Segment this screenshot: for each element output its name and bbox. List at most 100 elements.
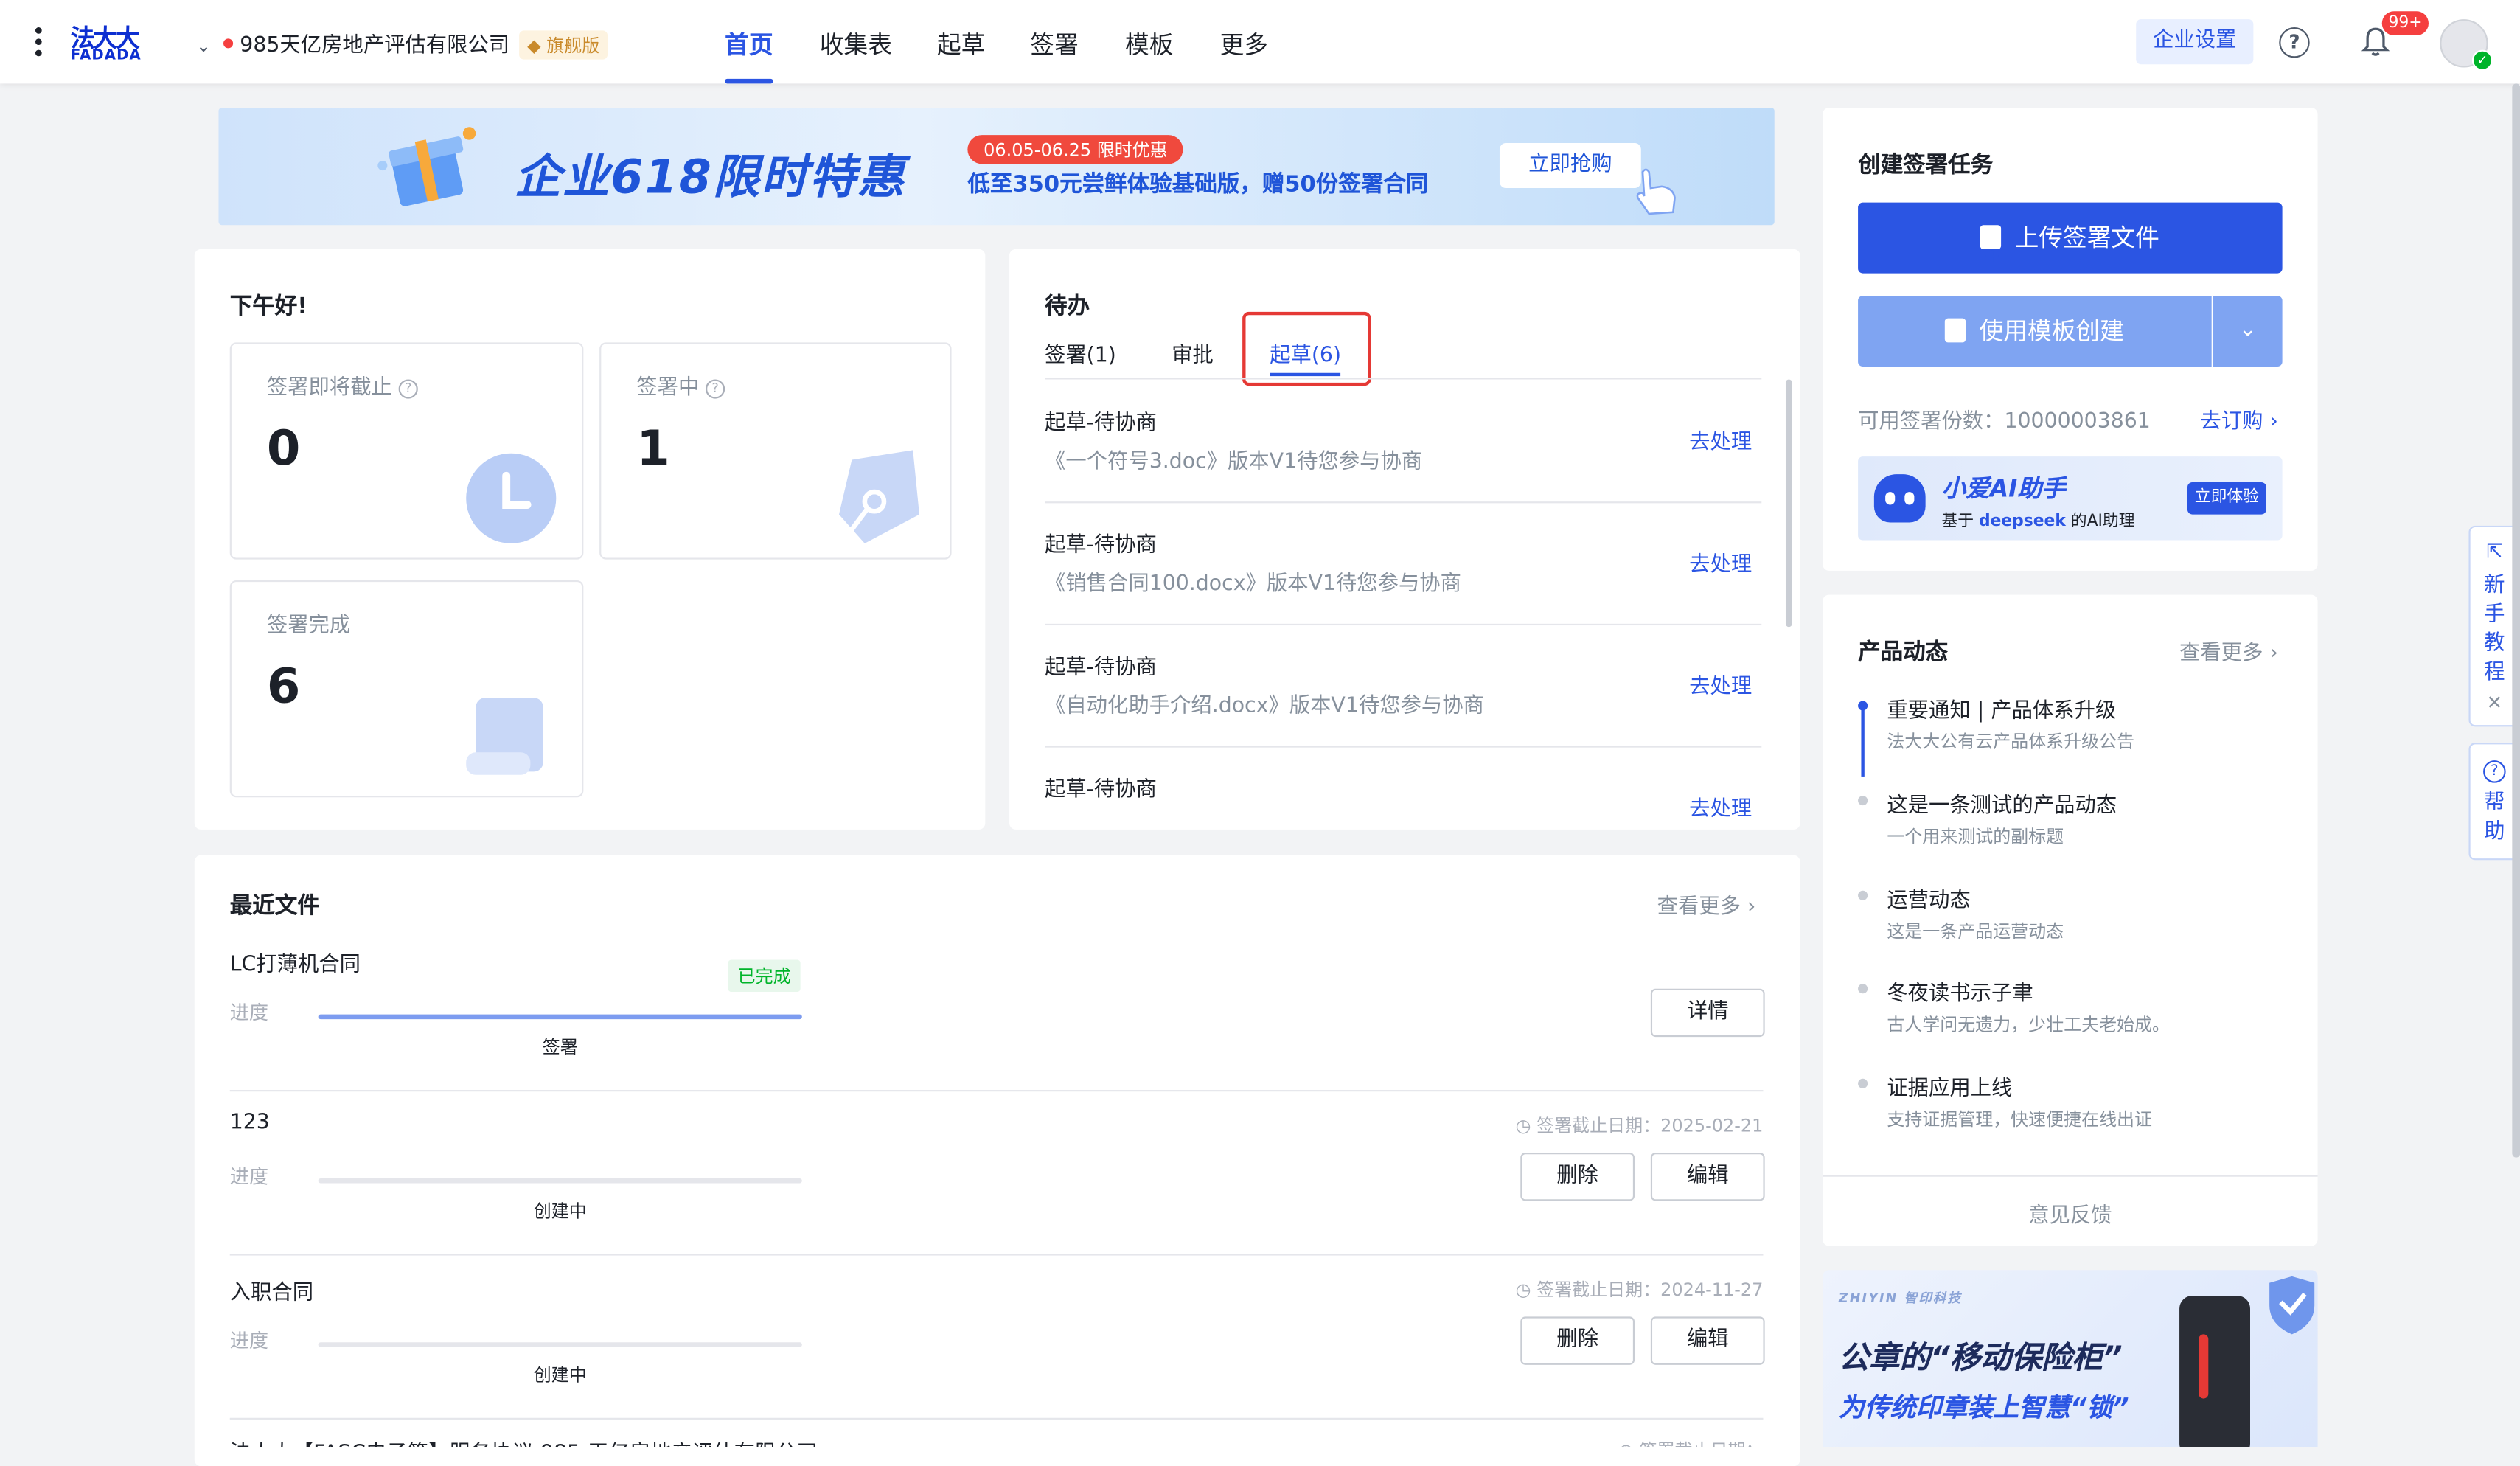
nav-active-indicator xyxy=(725,78,773,84)
feedback-link[interactable]: 意见反馈 xyxy=(1823,1198,2317,1229)
deadline-text: ◷ 签署截止日期：2025-02-21 xyxy=(1515,1115,1764,1137)
edit-button[interactable]: 编辑 xyxy=(1650,1316,1765,1365)
news-subtitle: 一个用来测试的副标题 xyxy=(1887,826,2064,847)
list-item: 起草-待协商 《销售合同100.docx》版本V1待您参与协商 去处理 xyxy=(1045,501,1762,626)
create-task-title: 创建签署任务 xyxy=(1858,153,1994,178)
nav-home[interactable]: 首页 xyxy=(725,27,773,61)
nav-forms[interactable]: 收集表 xyxy=(820,27,892,61)
verified-icon: ✓ xyxy=(2471,49,2493,71)
deadline-text: ◷ 签署截止日期：2024-11-27 xyxy=(1515,1279,1764,1301)
gift-box-icon xyxy=(377,127,476,206)
clock-small-icon: ◷ xyxy=(1618,1440,1640,1447)
news-title: 冬夜读书示子聿 xyxy=(1887,982,2033,1007)
progress-step: 签署 xyxy=(542,1037,578,1058)
tab-highlight-box xyxy=(1242,311,1371,386)
nav-more[interactable]: 更多 xyxy=(1220,27,1268,61)
recent-files-more-link[interactable]: 查看更多 › xyxy=(1657,889,1756,920)
ai-subtitle: 基于 deepseek 的AI助理 xyxy=(1941,513,2135,531)
delete-button[interactable]: 删除 xyxy=(1520,1153,1635,1201)
todo-process-link[interactable]: 去处理 xyxy=(1689,791,1752,821)
progress-step: 创建中 xyxy=(533,1364,587,1386)
top-header: 法大大 FADADA ⌄ 985天亿房地产评估有限公司 ◆ 旗舰版 首页 收集表 起… xyxy=(0,0,2520,84)
product-news-more-link[interactable]: 查看更多 › xyxy=(2179,635,2278,666)
nav-sign[interactable]: 签署 xyxy=(1030,27,1078,61)
news-subtitle: 法大大公有云产品体系升级公告 xyxy=(1887,731,2135,753)
product-news-title: 产品动态 xyxy=(1858,639,1949,666)
close-icon[interactable]: ✕ xyxy=(2471,691,2519,714)
seal-promo-banner[interactable]: ZHIYIN 智印科技 公章的“移动保险柜” 为传统印章装上智慧“锁” xyxy=(1823,1270,2318,1447)
table-row: 123 ◷ 签署截止日期：2025-02-21 进度 创建中 删除 编辑 xyxy=(229,1090,1765,1256)
table-row: 入职合同 ◷ 签署截止日期：2024-11-27 进度 创建中 删除 编辑 xyxy=(229,1254,1765,1420)
nav-templates[interactable]: 模板 xyxy=(1125,27,1173,61)
stat-value: 0 xyxy=(266,421,301,478)
progress-track xyxy=(318,1014,802,1020)
file-name[interactable]: 法大大【FASC电子签】服务协议-985-天亿房地产评估有限公司 xyxy=(230,1436,818,1447)
edition-badge: ◆ 旗舰版 xyxy=(519,30,608,60)
promo-line2: 为传统印章装上智慧“锁” xyxy=(1838,1392,2129,1423)
detail-button[interactable]: 详情 xyxy=(1650,988,1765,1038)
todo-item-title: 起草-待协商 xyxy=(1045,411,1157,436)
company-name: 985天亿房地产评估有限公司 xyxy=(240,33,510,58)
robot-icon xyxy=(1873,474,1926,523)
clock-icon xyxy=(466,453,557,543)
upload-file-button[interactable]: 上传签署文件 xyxy=(1858,202,2283,291)
page-scrollbar[interactable] xyxy=(2512,83,2520,1158)
progress-label: 进度 xyxy=(229,1329,269,1352)
ai-title: 小爱AI助手 xyxy=(1941,474,2066,504)
template-dropdown-toggle[interactable]: ⌄ xyxy=(2213,296,2283,367)
todo-process-link[interactable]: 去处理 xyxy=(1689,669,1752,700)
todo-item-title: 起草-待协商 xyxy=(1045,533,1157,558)
table-row: LC打薄机合同 已完成 进度 签署 详情 xyxy=(229,926,1765,1092)
app-menu-icon[interactable] xyxy=(35,27,42,61)
greeting-title: 下午好! xyxy=(229,293,308,320)
stat-deadline-soon[interactable]: 签署即将截止? 0 xyxy=(229,342,584,560)
news-subtitle: 支持证据管理，快速便捷在线出证 xyxy=(1887,1109,2153,1130)
file-name[interactable]: LC打薄机合同 xyxy=(230,947,361,978)
file-name[interactable]: 入职合同 xyxy=(230,1275,313,1305)
list-item: 起草-待协商 《一个符号3.doc》版本V1待您参与协商 去处理 xyxy=(1045,379,1762,504)
promo-line1: 公章的“移动保险柜” xyxy=(1838,1341,2123,1377)
list-item: 起草-待协商 去处理 xyxy=(1045,746,1761,830)
edit-button[interactable]: 编辑 xyxy=(1650,1153,1765,1201)
question-icon[interactable]: ? xyxy=(398,379,418,399)
company-switcher[interactable]: ⌄ 985天亿房地产评估有限公司 ◆ 旗舰版 xyxy=(196,27,608,60)
template-create-button[interactable]: 使用模板创建 xyxy=(1858,296,2212,384)
subscribe-link[interactable]: 去订购 › xyxy=(2200,403,2277,434)
progress-fill xyxy=(318,1014,802,1020)
progress-track xyxy=(318,1342,802,1347)
ai-assistant-banner[interactable]: 小爱AI助手 基于 deepseek 的AI助理 立即体验 xyxy=(1858,456,2283,541)
clock-small-icon: ◷ xyxy=(1515,1115,1537,1137)
file-name[interactable]: 123 xyxy=(230,1111,270,1135)
help-icon[interactable]: ? xyxy=(2279,27,2310,58)
progress-step: 创建中 xyxy=(533,1201,587,1222)
stat-label: 签署中? xyxy=(636,369,725,400)
promo-banner-618[interactable]: 企业618限时特惠 06.05-06.25 限时优惠 低至350元尝鲜体验基础版… xyxy=(218,108,1775,226)
recent-files-title: 最近文件 xyxy=(229,894,320,920)
buy-now-button[interactable]: 立即抢购 xyxy=(1499,143,1641,189)
todo-process-link[interactable]: 去处理 xyxy=(1689,425,1752,455)
promo-brand: ZHIYIN 智印科技 xyxy=(1838,1290,1963,1306)
help-label: 帮助 xyxy=(2484,791,2505,844)
progress-track xyxy=(318,1178,802,1184)
tab-approval[interactable]: 审批 xyxy=(1172,338,1214,369)
upload-doc-icon xyxy=(1980,220,2002,291)
news-title: 运营动态 xyxy=(1887,889,1971,914)
todo-scrollbar[interactable] xyxy=(1785,379,1792,628)
todo-process-link[interactable]: 去处理 xyxy=(1689,546,1752,577)
stat-signing[interactable]: 签署中? 1 xyxy=(599,342,952,560)
scroll-document-icon xyxy=(466,698,543,775)
ai-try-button[interactable]: 立即体验 xyxy=(2187,482,2266,515)
tab-sign[interactable]: 签署(1) xyxy=(1045,338,1116,369)
stat-completed[interactable]: 签署完成 6 xyxy=(229,580,584,798)
delete-button[interactable]: 删除 xyxy=(1520,1316,1635,1365)
todo-item-title: 起草-待协商 xyxy=(1045,778,1157,802)
quota-text: 可用签署份数：10000003861 xyxy=(1858,409,2151,434)
enterprise-settings-button[interactable]: 企业设置 xyxy=(2136,19,2254,65)
nav-draft[interactable]: 起草 xyxy=(937,27,985,61)
template-doc-icon xyxy=(1945,313,1967,384)
question-icon[interactable]: ? xyxy=(706,379,725,399)
notification-badge: 99+ xyxy=(2381,11,2429,35)
chevron-right-icon: › xyxy=(2263,641,2278,666)
news-title: 这是一条测试的产品动态 xyxy=(1887,793,2117,819)
list-item: 起草-待协商 《自动化助手介绍.docx》版本V1待您参与协商 去处理 xyxy=(1045,624,1762,748)
